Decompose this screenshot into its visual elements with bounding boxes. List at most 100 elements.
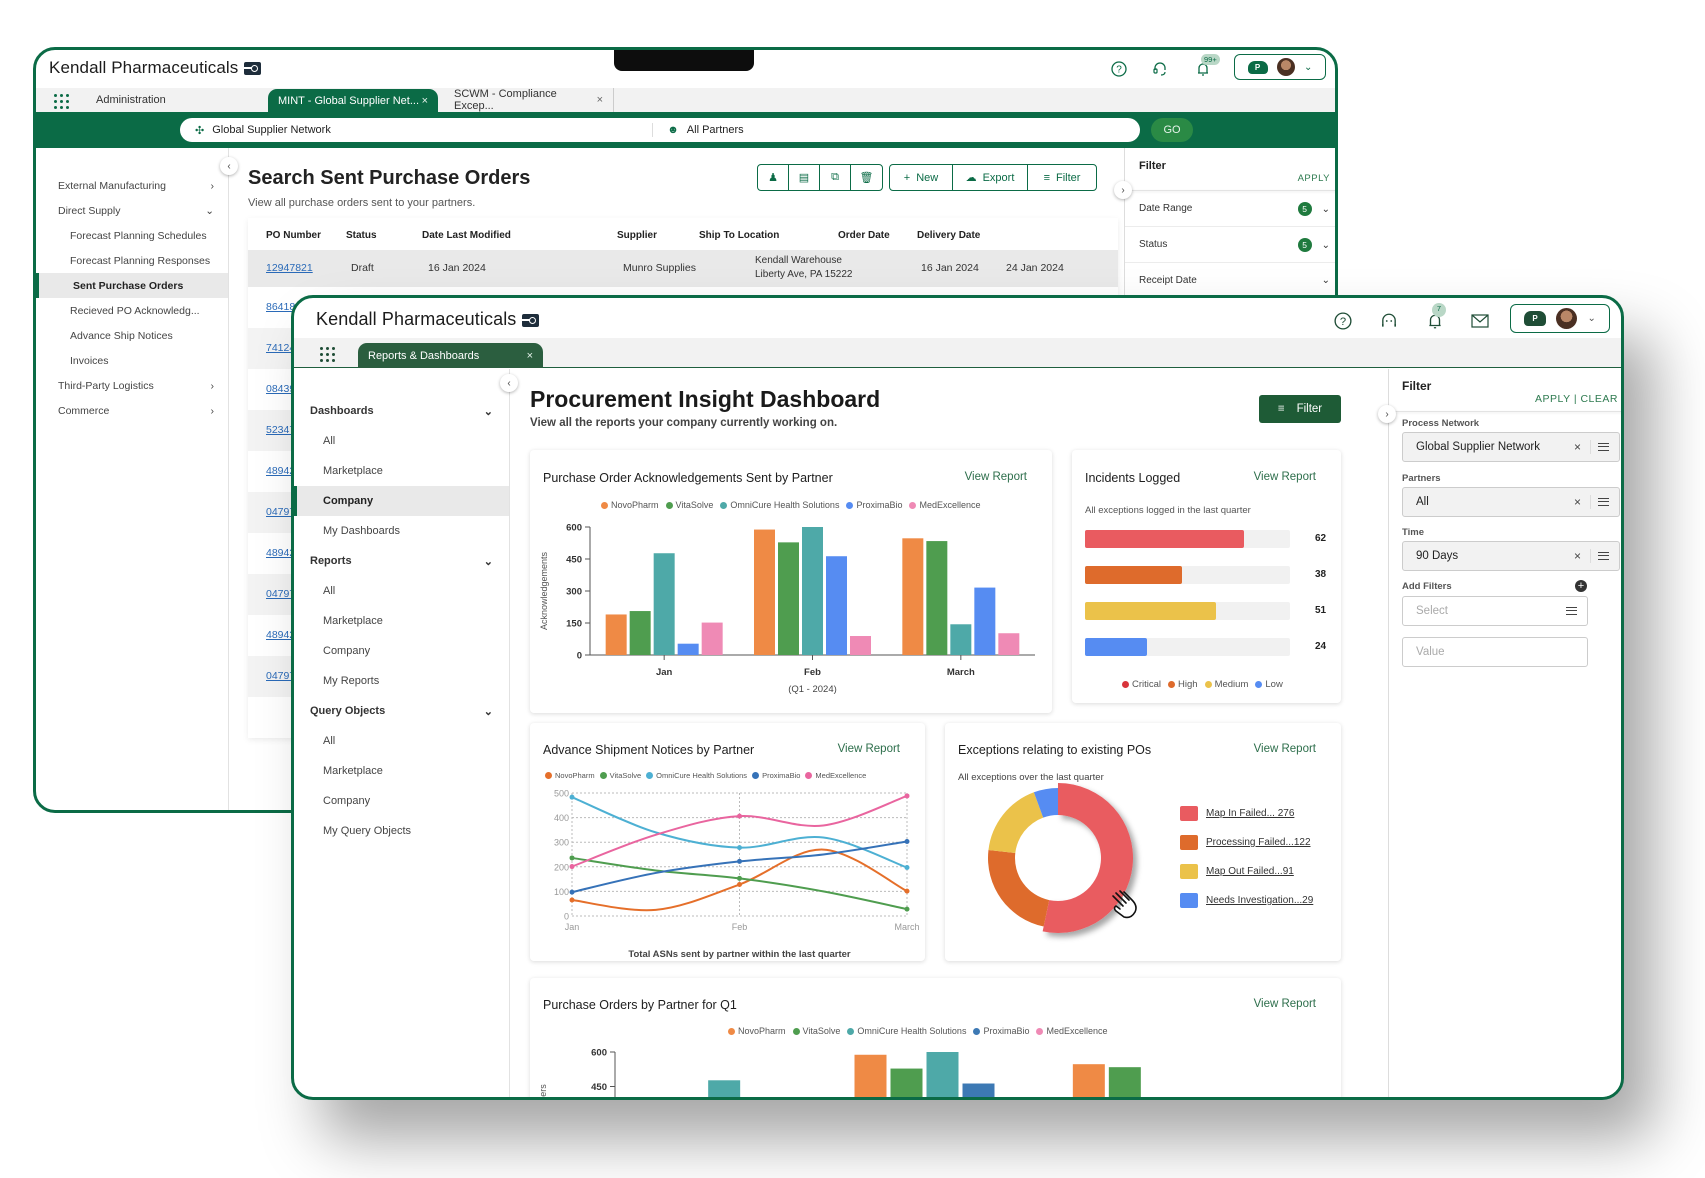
search-input[interactable]: ✣ Global Supplier Network ☻ All Partners [180, 118, 1140, 142]
menu-icon[interactable] [1566, 607, 1577, 615]
chevron-down-icon[interactable]: ⌄ [1322, 275, 1330, 286]
legend-item[interactable]: ProximaBio [973, 1026, 1029, 1036]
go-button[interactable]: GO [1151, 118, 1193, 142]
support-headset-icon[interactable] [1150, 59, 1170, 79]
menu-icon[interactable] [1598, 443, 1609, 451]
column-header[interactable]: Supplier [617, 230, 657, 241]
tab-reports-dashboards[interactable]: Reports & Dashboards × [358, 343, 543, 368]
legend-item[interactable]: Map In Failed... 276 [1180, 806, 1294, 821]
legend-item[interactable]: ProximaBio [846, 500, 902, 510]
legend-item[interactable]: Critical [1122, 679, 1161, 690]
column-header[interactable]: Ship To Location [699, 230, 779, 241]
incident-row[interactable]: 24 [1085, 638, 1335, 656]
legend-item[interactable]: MedExcellence [1036, 1026, 1108, 1036]
legend-item[interactable]: VitaSolve [665, 500, 713, 510]
tab-mint-global-supplier[interactable]: MINT - Global Supplier Net... × [268, 89, 438, 112]
sidebar-item[interactable]: My Dashboards [294, 516, 509, 546]
chevron-down-icon[interactable]: ⌄ [1322, 240, 1330, 251]
legend-item[interactable]: MedExcellence [909, 500, 981, 510]
export-button[interactable]: ☁ Export [953, 165, 1028, 190]
sidebar-item[interactable]: Marketplace [294, 606, 509, 636]
legend-item[interactable]: ProximaBio [752, 771, 800, 780]
sidebar-item[interactable]: External Manufacturing › [36, 173, 228, 198]
copy-icon[interactable]: ⧉ [820, 165, 851, 190]
column-header[interactable]: Date Last Modified [422, 230, 511, 241]
help-icon[interactable]: ? [1332, 310, 1354, 332]
legend-link[interactable]: Needs Investigation...29 [1206, 895, 1313, 906]
menu-icon[interactable] [1598, 552, 1609, 560]
clear-icon[interactable]: × [1574, 549, 1581, 563]
column-header[interactable]: PO Number [266, 230, 321, 241]
apply-clear-button[interactable]: APPLY | CLEAR [1535, 393, 1618, 405]
view-report-link[interactable]: View Report [1254, 743, 1316, 755]
incident-row[interactable]: 38 [1085, 566, 1335, 584]
sidebar-item[interactable]: Forecast Planning Schedules [36, 223, 228, 248]
assign-user-icon[interactable]: ♟ [758, 165, 789, 190]
legend-item[interactable]: Needs Investigation...29 [1180, 893, 1313, 908]
sidebar-item[interactable]: All [294, 726, 509, 756]
view-report-link[interactable]: View Report [1254, 998, 1316, 1010]
close-icon[interactable]: × [527, 350, 533, 362]
legend-item[interactable]: OmniCure Health Solutions [720, 500, 839, 510]
sidebar-item[interactable]: Commerce › [36, 398, 228, 423]
incident-row[interactable]: 51 [1085, 602, 1335, 620]
app-grid-icon[interactable] [54, 94, 70, 109]
legend-item[interactable]: OmniCure Health Solutions [646, 771, 747, 780]
sidebar-item[interactable]: Advance Ship Notices [36, 323, 228, 348]
sidebar-section-header[interactable]: Dashboards ⌄ [294, 396, 509, 426]
filter-row[interactable]: Receipt Date ⌄ [1125, 263, 1335, 299]
sidebar-item[interactable]: Sent Purchase Orders [36, 273, 228, 298]
clear-icon[interactable]: × [1574, 495, 1581, 509]
app-grid-icon[interactable] [320, 347, 336, 362]
legend-item[interactable]: Low [1255, 679, 1283, 690]
sidebar-item[interactable]: Invoices [36, 348, 228, 373]
delete-icon[interactable]: 🗑 [851, 165, 882, 190]
sidebar-item[interactable]: Direct Supply ⌄ [36, 198, 228, 223]
legend-item[interactable]: NovoPharm [545, 771, 595, 780]
incident-row[interactable]: 62 [1085, 530, 1335, 548]
filter-button[interactable]: ≡ Filter [1028, 165, 1096, 190]
sidebar-item[interactable]: Company [294, 786, 509, 816]
partners-select[interactable]: All × [1402, 487, 1620, 517]
sidebar-item[interactable]: Marketplace [294, 756, 509, 786]
account-menu[interactable]: P ⌄ [1510, 304, 1610, 333]
partners-selector[interactable]: All Partners [687, 124, 744, 136]
legend-link[interactable]: Processing Failed...122 [1206, 837, 1311, 848]
chevron-down-icon[interactable]: ⌄ [1322, 204, 1330, 215]
time-select[interactable]: 90 Days × [1402, 541, 1620, 571]
support-headset-icon[interactable] [1378, 310, 1400, 332]
legend-item[interactable]: OmniCure Health Solutions [847, 1026, 966, 1036]
legend-link[interactable]: Map Out Failed...91 [1206, 866, 1294, 877]
legend-item[interactable]: NovoPharm [601, 500, 659, 510]
legend-item[interactable]: Processing Failed...122 [1180, 835, 1311, 850]
new-button[interactable]: + New [890, 165, 953, 190]
add-filter-select[interactable]: Select [1402, 596, 1588, 626]
legend-item[interactable]: High [1168, 679, 1198, 690]
add-filter-plus-icon[interactable]: + [1575, 580, 1587, 592]
sidebar-item[interactable]: Company [294, 486, 509, 516]
clear-icon[interactable]: × [1574, 440, 1581, 454]
sidebar-item[interactable]: Company [294, 636, 509, 666]
view-report-link[interactable]: View Report [838, 743, 900, 755]
sidebar-item[interactable]: All [294, 576, 509, 606]
help-icon[interactable]: ? [1109, 59, 1129, 79]
tab-scwm-compliance[interactable]: SCWM - Compliance Excep... × [444, 88, 614, 112]
po-number-link[interactable]: 12947821 [266, 262, 313, 274]
expand-filter-button[interactable]: › [1378, 405, 1396, 423]
filter-button[interactable]: ≡ Filter [1259, 395, 1341, 423]
sidebar-item[interactable]: Forecast Planning Responses [36, 248, 228, 273]
expand-filter-button[interactable]: › [1114, 181, 1132, 199]
apply-button[interactable]: APPLY [1298, 173, 1330, 184]
bell-icon[interactable]: 7 [1424, 303, 1446, 332]
close-icon[interactable]: × [422, 95, 428, 107]
table-row[interactable]: 12947821 Draft 16 Jan 2024 Munro Supplie… [248, 250, 1118, 287]
view-report-link[interactable]: View Report [1254, 471, 1316, 483]
filter-row[interactable]: Status 5 ⌄ [1125, 227, 1335, 263]
sidebar-item[interactable]: My Reports [294, 666, 509, 696]
network-selector[interactable]: Global Supplier Network [212, 124, 652, 136]
tab-administration[interactable]: Administration× [86, 88, 286, 112]
sidebar-section-header[interactable]: Reports ⌄ [294, 546, 509, 576]
collapse-sidebar-button[interactable]: ‹ [220, 157, 238, 175]
legend-item[interactable]: VitaSolve [792, 1026, 840, 1036]
account-menu[interactable]: P ⌄ [1234, 54, 1326, 80]
